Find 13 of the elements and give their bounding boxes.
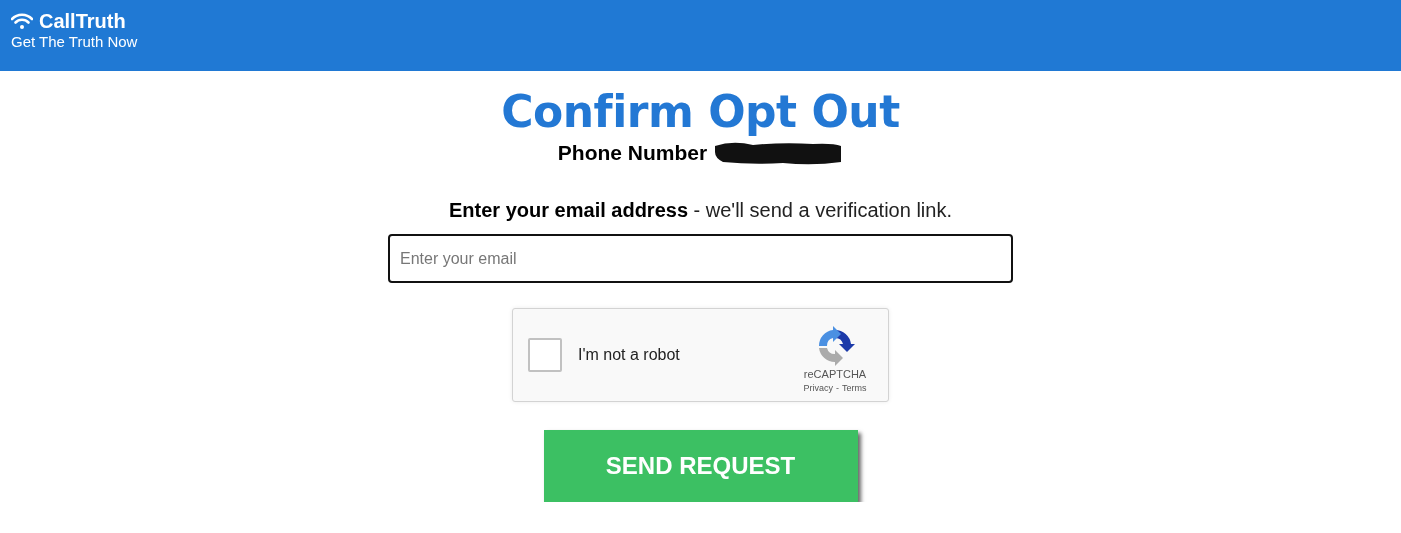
tagline: Get The Truth Now [11, 33, 139, 51]
captcha-label: I'm not a robot [578, 346, 681, 364]
wifi-icon [11, 13, 33, 29]
phone-label: Phone Number [557, 141, 708, 165]
email-field[interactable]: Enter your email [388, 234, 1013, 283]
instruction-text: Enter your email address - we'll send a verification link. [449, 199, 952, 222]
link-separator: - [836, 382, 839, 393]
recaptcha-brand: reCAPTCHA [803, 367, 867, 380]
page-title: Confirm Opt Out [501, 87, 900, 137]
brand-name[interactable]: CallTruth [39, 9, 126, 33]
checkbox[interactable] [528, 338, 562, 372]
terms-link[interactable]: Terms [842, 382, 867, 393]
privacy-link[interactable]: Privacy [803, 382, 833, 393]
